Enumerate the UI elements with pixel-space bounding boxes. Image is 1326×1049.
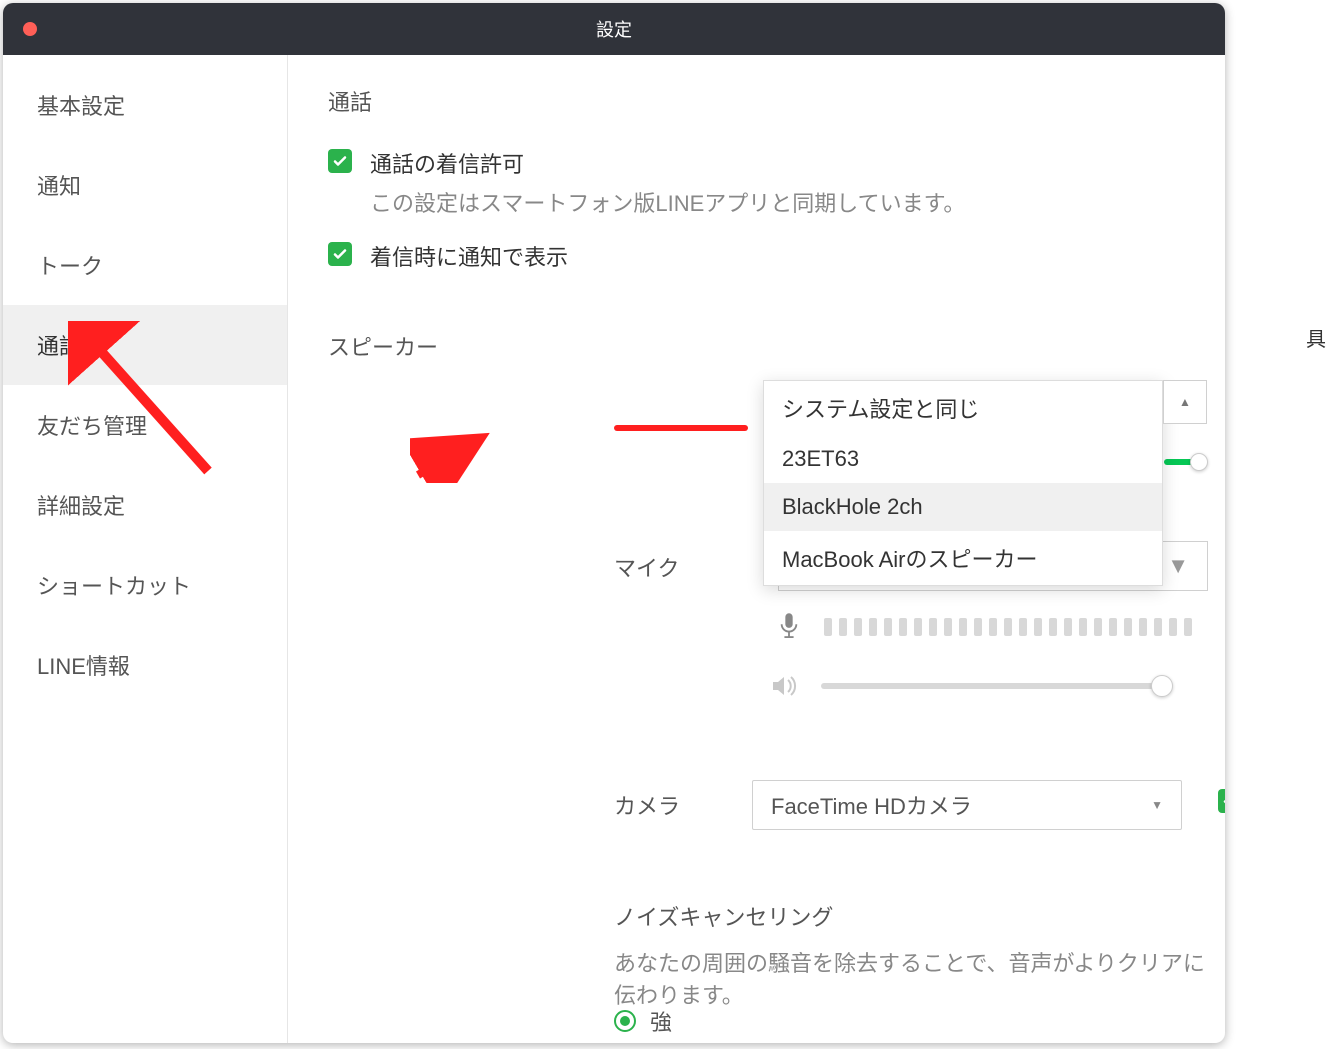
speaker-volume-slider-partial[interactable] <box>1164 453 1208 469</box>
sidebar-item-shortcuts[interactable]: ショートカット <box>3 545 287 625</box>
sidebar-item-friends[interactable]: 友だち管理 <box>3 385 287 465</box>
sidebar-item-label: 友だち管理 <box>37 414 147 439</box>
check-icon <box>332 246 348 262</box>
sidebar-item-label: ショートカット <box>37 574 191 599</box>
option-label: システム設定と同じ <box>782 397 979 422</box>
notify-incoming-label: 着信時に通知で表示 <box>370 240 568 275</box>
option-label: 23ET63 <box>782 446 859 471</box>
option-label: BlackHole 2ch <box>782 494 923 519</box>
sidebar-item-label: LINE情報 <box>37 654 130 679</box>
allow-incoming-checkbox[interactable] <box>328 149 352 173</box>
close-window-button[interactable] <box>23 22 37 36</box>
speaker-option-23et63[interactable]: 23ET63 <box>764 435 1162 483</box>
sidebar-item-talk[interactable]: トーク <box>3 225 287 305</box>
speaker-icon <box>771 675 797 697</box>
auto-volume-row: 音量の自動設定 <box>1218 677 1225 923</box>
microphone-icon <box>778 613 800 641</box>
section-title: 通話 <box>328 85 1185 117</box>
mic-volume-row <box>771 675 1171 697</box>
option-label: MacBook Airのスピーカー <box>782 547 1038 572</box>
camera-select[interactable]: FaceTime HDカメラ ▼ <box>752 780 1182 830</box>
annotation-underline <box>614 425 748 431</box>
slider-knob[interactable] <box>1151 675 1173 697</box>
camera-label: カメラ <box>614 789 694 821</box>
sidebar-item-label: 詳細設定 <box>37 494 125 519</box>
mic-level-row <box>778 613 1192 641</box>
slider-knob[interactable] <box>1190 453 1208 471</box>
content-panel: 通話 通話の着信許可 この設定はスマートフォン版LINEアプリと同期しています。… <box>288 55 1225 1043</box>
allow-incoming-desc: この設定はスマートフォン版LINEアプリと同期しています。 <box>370 186 965 218</box>
background-fragment: 具 <box>1306 323 1326 352</box>
noise-cancelling-section: ノイズキャンセリング あなたの周囲の騒音を除去することで、音声がよりクリアに伝わ… <box>614 900 1225 1010</box>
noise-strong-radio[interactable] <box>614 1010 636 1032</box>
window-body: 基本設定 通知 トーク 通話 友だち管理 詳細設定 ショートカット LINE情報… <box>3 55 1225 1043</box>
sidebar-item-label: 通話 <box>37 334 81 359</box>
sidebar-item-basic[interactable]: 基本設定 <box>3 65 287 145</box>
allow-incoming-text: 通話の着信許可 この設定はスマートフォン版LINEアプリと同期しています。 <box>370 147 965 218</box>
sidebar-item-label: 通知 <box>37 174 81 199</box>
check-icon <box>1222 793 1225 809</box>
window-title: 設定 <box>596 16 632 42</box>
settings-window: 設定 基本設定 通知 トーク 通話 友だち管理 詳細設定 ショートカット LIN… <box>3 3 1225 1043</box>
camera-selected-value: FaceTime HDカメラ <box>771 789 972 821</box>
speaker-option-blackhole[interactable]: BlackHole 2ch <box>764 483 1162 531</box>
chevron-down-icon: ▼ <box>1151 798 1163 812</box>
sidebar-item-label: 基本設定 <box>37 94 125 119</box>
speaker-option-macbook[interactable]: MacBook Airのスピーカー <box>764 531 1162 585</box>
speaker-label: スピーカー <box>328 330 458 362</box>
sidebar-item-label: トーク <box>37 254 103 279</box>
sidebar-item-line-info[interactable]: LINE情報 <box>3 625 287 705</box>
allow-incoming-label: 通話の着信許可 <box>370 147 965 182</box>
mic-level-meter <box>824 618 1192 636</box>
speaker-option-system[interactable]: システム設定と同じ <box>764 381 1162 435</box>
check-icon <box>332 153 348 169</box>
speaker-dropdown: システム設定と同じ 23ET63 BlackHole 2ch MacBook A… <box>763 380 1163 586</box>
camera-row: カメラ FaceTime HDカメラ ▼ <box>614 780 1182 830</box>
titlebar: 設定 <box>3 3 1225 55</box>
noise-desc: あなたの周囲の騒音を除去することで、音声がよりクリアに伝わります。 <box>614 946 1225 1010</box>
notify-incoming-checkbox[interactable] <box>328 242 352 266</box>
mic-label: マイク <box>614 551 680 583</box>
noise-strong-label: 強 <box>650 1005 672 1037</box>
sidebar-item-calls[interactable]: 通話 <box>3 305 287 385</box>
sidebar-item-advanced[interactable]: 詳細設定 <box>3 465 287 545</box>
mic-volume-slider[interactable] <box>821 683 1171 689</box>
notify-incoming-row: 着信時に通知で表示 <box>328 240 1185 275</box>
radio-dot <box>620 1016 630 1026</box>
noise-title: ノイズキャンセリング <box>614 900 1225 932</box>
sidebar-item-notifications[interactable]: 通知 <box>3 145 287 225</box>
speaker-dropdown-collapse[interactable]: ▲ <box>1163 380 1207 424</box>
chevron-down-icon: ▼ <box>1167 553 1189 579</box>
noise-strong-row: 強 <box>614 1005 672 1037</box>
auto-volume-checkbox[interactable] <box>1218 789 1225 813</box>
sidebar: 基本設定 通知 トーク 通話 友だち管理 詳細設定 ショートカット LINE情報 <box>3 55 288 1043</box>
speaker-row: スピーカー <box>328 330 1185 362</box>
allow-incoming-row: 通話の着信許可 この設定はスマートフォン版LINEアプリと同期しています。 <box>328 147 1185 218</box>
